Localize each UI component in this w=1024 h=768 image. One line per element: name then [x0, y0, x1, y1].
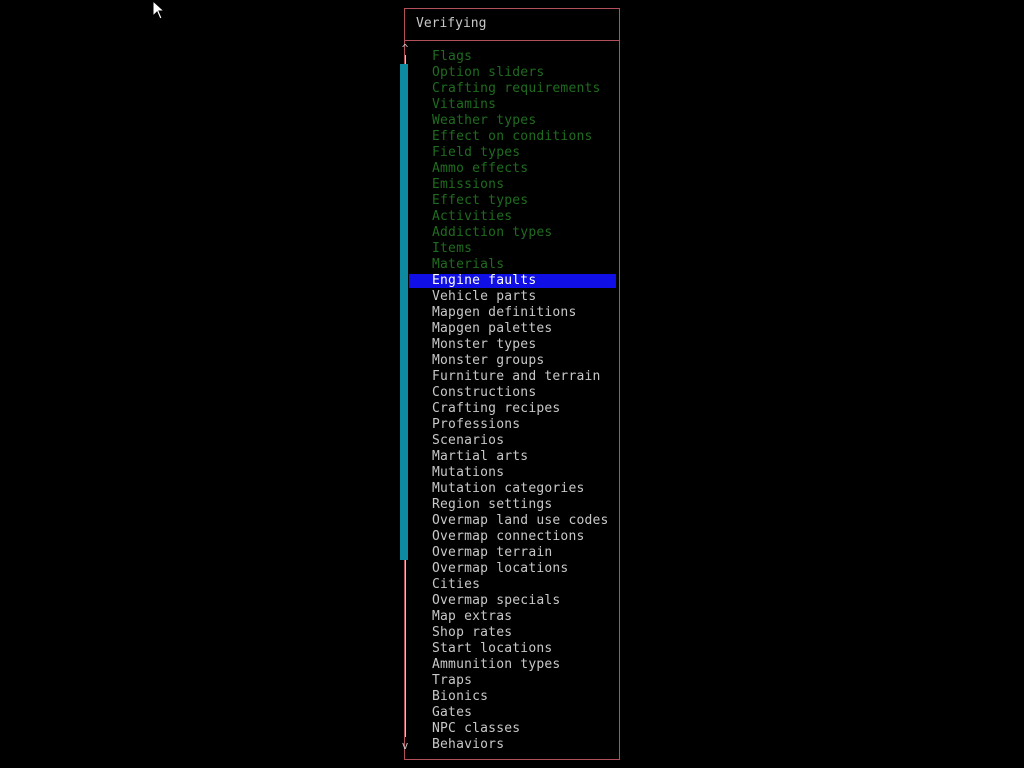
list-item-label: Items — [432, 241, 473, 256]
list-item-label: Ammo effects — [432, 161, 529, 176]
list-item-label: Materials — [432, 257, 505, 272]
list-item: Bionics — [405, 689, 619, 705]
list-item: Gates — [405, 705, 619, 721]
list-item-label: Region settings — [432, 497, 553, 512]
list-item: Activities — [405, 209, 619, 225]
list-item-label: Martial arts — [432, 449, 529, 464]
list-item: Overmap terrain — [405, 545, 619, 561]
list-item: Martial arts — [405, 449, 619, 465]
list-item-label: Mutation categories — [432, 481, 585, 496]
list-item-label: Bionics — [432, 689, 489, 704]
list-item-label: Start locations — [432, 641, 553, 656]
list-item-label: Mutations — [432, 465, 505, 480]
list-item: Weather types — [405, 113, 619, 129]
list-item: Option sliders — [405, 65, 619, 81]
list-item: Traps — [405, 673, 619, 689]
list-item: Items — [405, 241, 619, 257]
list-item-label: Map extras — [432, 609, 513, 624]
list-item-label: Mapgen palettes — [432, 321, 553, 336]
list-item: Monster groups — [405, 353, 619, 369]
list-item-label: Cities — [432, 577, 481, 592]
list-item-label: Effect on conditions — [432, 129, 593, 144]
list-item: Ammo effects — [405, 161, 619, 177]
list-item-label: Traps — [432, 673, 473, 688]
list-item: Materials — [405, 257, 619, 273]
list-item-label: Ammunition types — [432, 657, 561, 672]
list-item-label: Effect types — [432, 193, 529, 208]
list-item: Crafting recipes — [405, 401, 619, 417]
list-item: Region settings — [405, 497, 619, 513]
list-item: Map extras — [405, 609, 619, 625]
list-item-label: Overmap terrain — [432, 545, 553, 560]
list-item-label: Emissions — [432, 177, 505, 192]
list-item: Furniture and terrain — [405, 369, 619, 385]
list-item-label: Crafting requirements — [432, 81, 601, 96]
dialog-title: Verifying — [416, 16, 487, 31]
list-item: Behaviors — [405, 737, 619, 753]
list-item: Vitamins — [405, 97, 619, 113]
list-item: Constructions — [405, 385, 619, 401]
list-item: Mapgen palettes — [405, 321, 619, 337]
game-screen: Verifying ^ v Flags Option sliders Craftin… — [0, 0, 1024, 768]
list-item-label: Engine faults — [432, 273, 537, 288]
list-item: NPC classes — [405, 721, 619, 737]
list-item: Addiction types — [405, 225, 619, 241]
list-item: Mapgen definitions — [405, 305, 619, 321]
list-item-label: Field types — [432, 145, 521, 160]
list-item-label: Flags — [432, 49, 473, 64]
list-item: Overmap land use codes — [405, 513, 619, 529]
list-item: Professions — [405, 417, 619, 433]
list-item-label: Addiction types — [432, 225, 553, 240]
list-item-label: Professions — [432, 417, 521, 432]
list-item-label: Scenarios — [432, 433, 505, 448]
list-item: Shop rates — [405, 625, 619, 641]
list-item: Field types — [405, 145, 619, 161]
list-item-label: Overmap locations — [432, 561, 569, 576]
list-item-label: Vitamins — [432, 97, 497, 112]
list-item: Ammunition types — [405, 657, 619, 673]
list-item-label: Behaviors — [432, 737, 505, 752]
list-item-label: Gates — [432, 705, 473, 720]
list-item-label: NPC classes — [432, 721, 521, 736]
list-item-label: Weather types — [432, 113, 537, 128]
list-item: Effect types — [405, 193, 619, 209]
list-item: Effect on conditions — [405, 129, 619, 145]
list-item-label: Constructions — [432, 385, 537, 400]
list-item: Start locations — [405, 641, 619, 657]
mouse-pointer-icon — [152, 0, 166, 20]
list-item-label: Shop rates — [432, 625, 513, 640]
verifying-dialog: Verifying ^ v Flags Option sliders Craftin… — [400, 8, 620, 760]
list-item: Scenarios — [405, 433, 619, 449]
list-item-current: Engine faults — [405, 273, 619, 289]
list-item-label: Monster types — [432, 337, 537, 352]
list-item: Emissions — [405, 177, 619, 193]
dialog-title-bar: Verifying — [405, 9, 619, 41]
list-item-label: Option sliders — [432, 65, 545, 80]
list-item: Crafting requirements — [405, 81, 619, 97]
list-item: Mutations — [405, 465, 619, 481]
list-item: Cities — [405, 577, 619, 593]
list-item-label: Mapgen definitions — [432, 305, 577, 320]
list-item: Overmap connections — [405, 529, 619, 545]
list-item-label: Activities — [432, 209, 513, 224]
list-item: Overmap locations — [405, 561, 619, 577]
list-item-label: Vehicle parts — [432, 289, 537, 304]
list-item: Mutation categories — [405, 481, 619, 497]
verification-list: Flags Option sliders Crafting requirements… — [405, 49, 619, 753]
list-item-label: Crafting recipes — [432, 401, 561, 416]
list-item: Vehicle parts — [405, 289, 619, 305]
list-item: Overmap specials — [405, 593, 619, 609]
list-item-label: Overmap land use codes — [432, 513, 609, 528]
list-item-label: Monster groups — [432, 353, 545, 368]
list-item: Monster types — [405, 337, 619, 353]
list-item-label: Overmap specials — [432, 593, 561, 608]
list-item-label: Furniture and terrain — [432, 369, 601, 384]
list-item: Flags — [405, 49, 619, 65]
list-item-label: Overmap connections — [432, 529, 585, 544]
